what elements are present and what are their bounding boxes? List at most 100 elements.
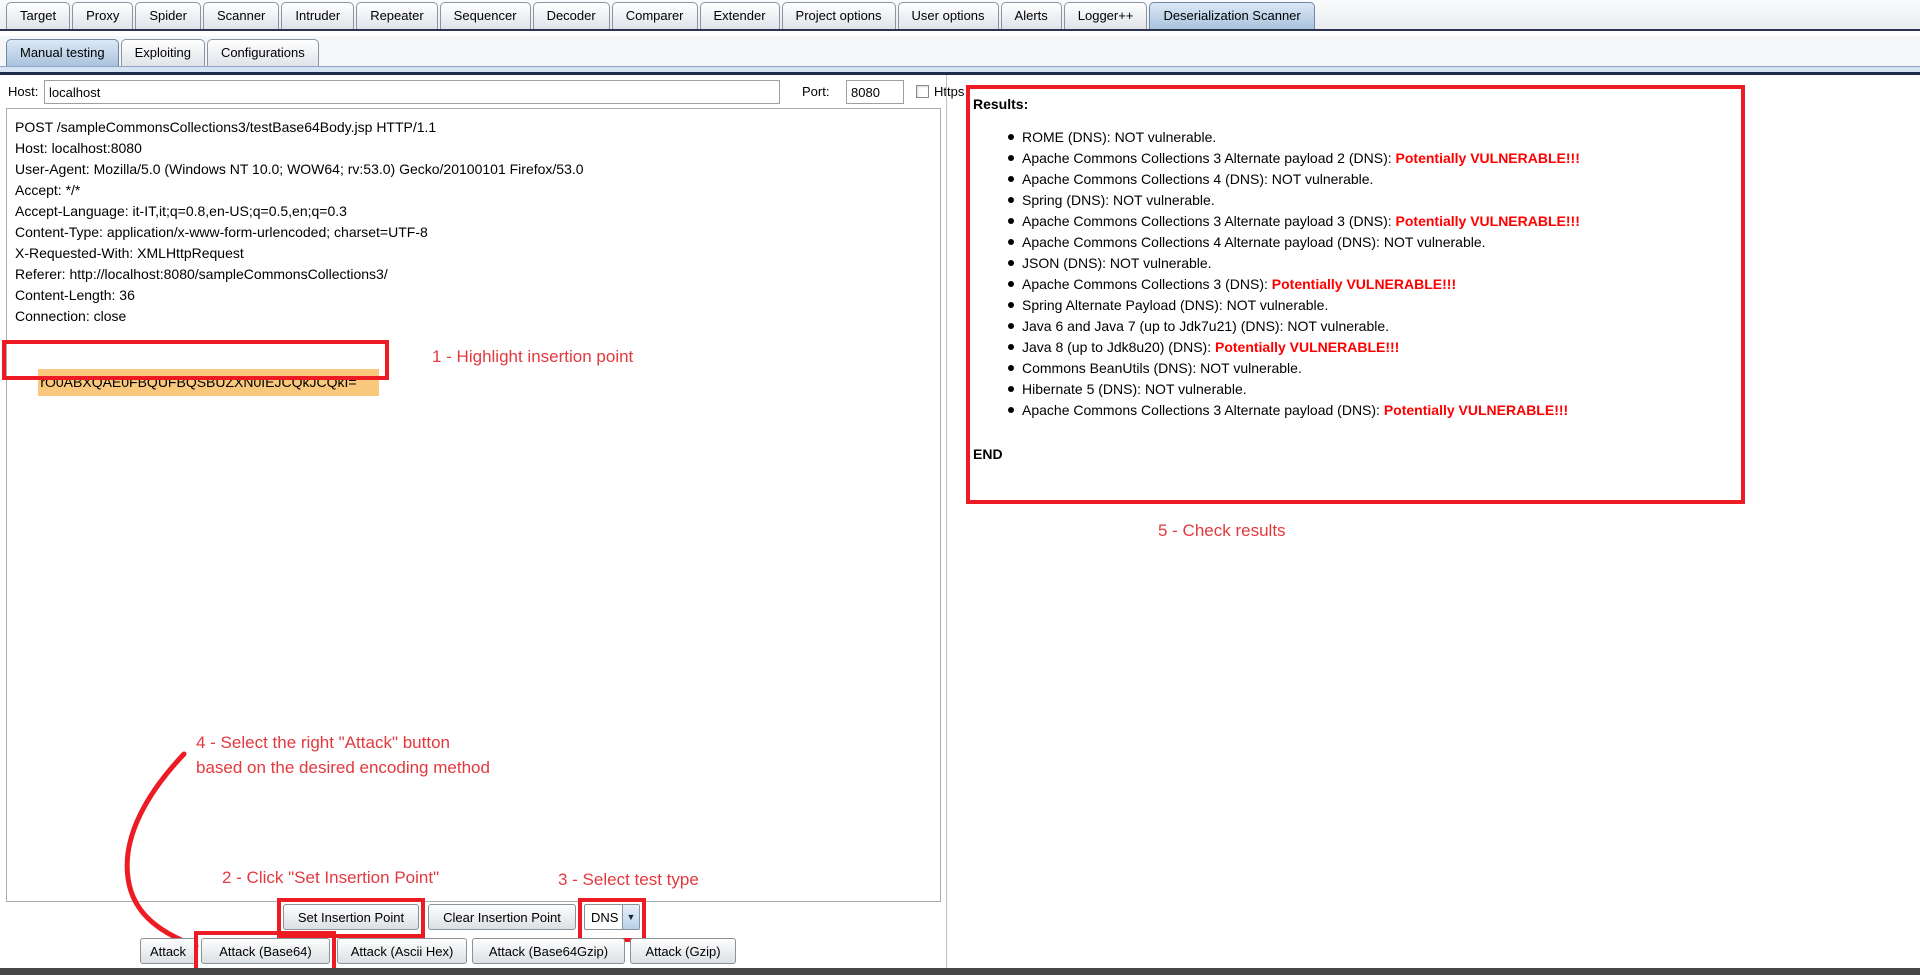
tab-alerts[interactable]: Alerts (1001, 2, 1062, 29)
result-item: Java 8 (up to Jdk8u20) (DNS): Potentiall… (1008, 337, 1738, 358)
result-verdict: NOT vulnerable. (1272, 171, 1374, 187)
result-label: Commons BeanUtils (DNS): (1022, 360, 1200, 376)
annotation-step5: 5 - Check results (1158, 521, 1286, 541)
result-item: Apache Commons Collections 3 Alternate p… (1008, 148, 1738, 169)
tab-logger[interactable]: Logger++ (1064, 2, 1148, 29)
result-item: Apache Commons Collections 4 Alternate p… (1008, 232, 1738, 253)
port-label: Port: (802, 84, 829, 99)
result-verdict: Potentially VULNERABLE!!! (1396, 150, 1580, 166)
result-verdict: NOT vulnerable. (1200, 360, 1302, 376)
result-label: Java 8 (up to Jdk8u20) (DNS): (1022, 339, 1215, 355)
request-line: POST /sampleCommonsCollections3/testBase… (15, 117, 940, 138)
bullet-icon (1008, 407, 1014, 413)
sub-tab-bar: Manual testing Exploiting Configurations (0, 36, 1920, 66)
tab-bar-separator (0, 66, 1920, 75)
result-verdict: Potentially VULNERABLE!!! (1384, 402, 1568, 418)
result-item: Hibernate 5 (DNS): NOT vulnerable. (1008, 379, 1738, 400)
request-line: Host: localhost:8080 (15, 138, 940, 159)
result-label: Apache Commons Collections 3 Alternate p… (1022, 402, 1384, 418)
bullet-icon (1008, 302, 1014, 308)
request-line: Accept: */* (15, 180, 940, 201)
attack-gzip-button[interactable]: Attack (Gzip) (630, 938, 736, 964)
clear-insertion-point-button[interactable]: Clear Insertion Point (428, 904, 576, 930)
result-label: ROME (DNS): (1022, 129, 1115, 145)
result-verdict: NOT vulnerable. (1113, 192, 1215, 208)
result-verdict: NOT vulnerable. (1227, 297, 1329, 313)
results-title: Results: (973, 96, 1028, 112)
bullet-icon (1008, 260, 1014, 266)
result-label: Spring (DNS): (1022, 192, 1113, 208)
result-item: Apache Commons Collections 4 (DNS): NOT … (1008, 169, 1738, 190)
result-item: Apache Commons Collections 3 Alternate p… (1008, 211, 1738, 232)
bullet-icon (1008, 197, 1014, 203)
tab-user-options[interactable]: User options (898, 2, 999, 29)
https-checkbox[interactable] (916, 85, 929, 98)
bullet-icon (1008, 155, 1014, 161)
request-line: Content-Type: application/x-www-form-url… (15, 222, 940, 243)
attack-base64gzip-button[interactable]: Attack (Base64Gzip) (472, 938, 625, 964)
request-line: X-Requested-With: XMLHttpRequest (15, 243, 940, 264)
attack-ascii-hex-button[interactable]: Attack (Ascii Hex) (337, 938, 467, 964)
attack-button[interactable]: Attack (140, 938, 196, 964)
set-insertion-point-button[interactable]: Set Insertion Point (283, 904, 419, 930)
bullet-icon (1008, 344, 1014, 350)
subtab-exploiting[interactable]: Exploiting (121, 39, 205, 66)
result-verdict: Potentially VULNERABLE!!! (1272, 276, 1456, 292)
request-line: User-Agent: Mozilla/5.0 (Windows NT 10.0… (15, 159, 940, 180)
tab-repeater[interactable]: Repeater (356, 2, 437, 29)
request-line: Content-Length: 36 (15, 285, 940, 306)
test-type-select[interactable]: DNS ▼ (584, 904, 640, 930)
result-label: Apache Commons Collections 3 (DNS): (1022, 276, 1272, 292)
tab-extender[interactable]: Extender (700, 2, 780, 29)
tab-target[interactable]: Target (6, 2, 70, 29)
tab-sequencer[interactable]: Sequencer (440, 2, 531, 29)
result-verdict: NOT vulnerable. (1384, 234, 1486, 250)
subtab-configurations[interactable]: Configurations (207, 39, 319, 66)
result-label: Apache Commons Collections 4 Alternate p… (1022, 234, 1384, 250)
result-verdict: NOT vulnerable. (1287, 318, 1389, 334)
result-verdict: NOT vulnerable. (1115, 129, 1217, 145)
bullet-icon (1008, 365, 1014, 371)
result-label: Apache Commons Collections 3 Alternate p… (1022, 213, 1396, 229)
tab-comparer[interactable]: Comparer (612, 2, 698, 29)
tab-deserialization-scanner[interactable]: Deserialization Scanner (1149, 2, 1314, 29)
result-verdict: NOT vulnerable. (1145, 381, 1247, 397)
result-verdict: NOT vulnerable. (1110, 255, 1212, 271)
port-input[interactable] (846, 80, 904, 104)
tab-spider[interactable]: Spider (135, 2, 201, 29)
result-item: Commons BeanUtils (DNS): NOT vulnerable. (1008, 358, 1738, 379)
connection-settings-row: Host: Port: Https (0, 79, 946, 106)
results-end-label: END (973, 446, 1003, 462)
result-item: ROME (DNS): NOT vulnerable. (1008, 127, 1738, 148)
result-label: Apache Commons Collections 4 (DNS): (1022, 171, 1272, 187)
result-item: Java 6 and Java 7 (up to Jdk7u21) (DNS):… (1008, 316, 1738, 337)
tab-scanner[interactable]: Scanner (203, 2, 279, 29)
result-label: Apache Commons Collections 3 Alternate p… (1022, 150, 1396, 166)
subtab-manual-testing[interactable]: Manual testing (6, 39, 119, 66)
chevron-down-icon[interactable]: ▼ (622, 905, 639, 929)
result-item: Spring Alternate Payload (DNS): NOT vuln… (1008, 295, 1738, 316)
attack-base64-button[interactable]: Attack (Base64) (201, 938, 330, 964)
result-item: Apache Commons Collections 3 (DNS): Pote… (1008, 274, 1738, 295)
tab-project-options[interactable]: Project options (782, 2, 896, 29)
result-item: Apache Commons Collections 3 Alternate p… (1008, 400, 1738, 421)
tab-intruder[interactable]: Intruder (281, 2, 354, 29)
tab-decoder[interactable]: Decoder (533, 2, 610, 29)
request-editor[interactable]: POST /sampleCommonsCollections3/testBase… (6, 108, 941, 902)
result-verdict: Potentially VULNERABLE!!! (1396, 213, 1580, 229)
result-item: JSON (DNS): NOT vulnerable. (1008, 253, 1738, 274)
burp-suite-window: Target Proxy Spider Scanner Intruder Rep… (0, 0, 1920, 975)
host-input[interactable] (44, 80, 780, 104)
request-line: Accept-Language: it-IT,it;q=0.8,en-US;q=… (15, 201, 940, 222)
result-verdict: Potentially VULNERABLE!!! (1215, 339, 1399, 355)
tab-proxy[interactable]: Proxy (72, 2, 133, 29)
bullet-icon (1008, 323, 1014, 329)
window-bottom-edge (0, 968, 1920, 975)
insertion-point-selection[interactable]: rO0ABXQAE0FBQUFBQSBUZXN0IEJCQkJCQkI= (38, 369, 379, 396)
host-label: Host: (8, 84, 38, 99)
bullet-icon (1008, 218, 1014, 224)
result-label: Spring Alternate Payload (DNS): (1022, 297, 1227, 313)
request-line: Referer: http://localhost:8080/sampleCom… (15, 264, 940, 285)
main-tab-bar: Target Proxy Spider Scanner Intruder Rep… (0, 0, 1920, 31)
https-label: Https (934, 84, 964, 99)
